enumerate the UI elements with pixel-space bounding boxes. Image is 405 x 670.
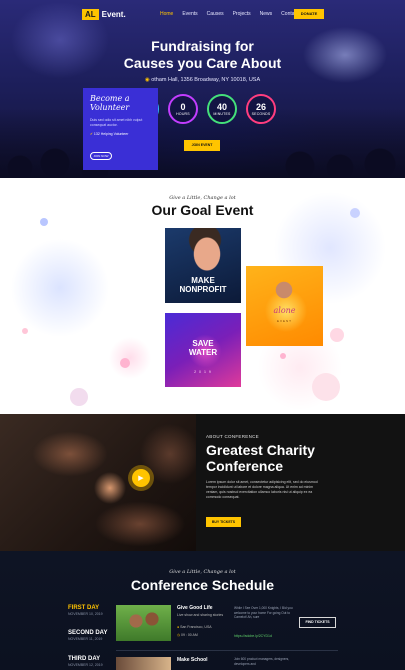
hero-title: Fundraising for Causes you Care About	[0, 38, 405, 72]
decor-dot	[40, 218, 48, 226]
nav-link-projects[interactable]: Projects	[233, 11, 251, 17]
event-location-text: San Francisco, USA	[180, 625, 212, 629]
countdown-label: HOURS	[176, 112, 190, 116]
about-title-line-1: Greatest Charity	[206, 442, 315, 458]
hero-section: AL Event. Home Events Causes Projects Ne…	[0, 0, 405, 178]
countdown-minutes: 40 MINUTES	[207, 94, 237, 124]
nav-link-causes[interactable]: Causes	[207, 11, 224, 17]
donate-button[interactable]: DONATE	[294, 9, 324, 19]
day-name: THIRD DAY	[68, 656, 101, 662]
decor-dot	[22, 328, 28, 334]
event-title[interactable]: Give Good Life	[177, 605, 213, 611]
about-title: Greatest Charity Conference	[206, 442, 396, 474]
decor-dot	[312, 373, 340, 401]
schedule-divider	[116, 650, 338, 651]
join-event-button[interactable]: JOIN EVENT	[184, 140, 220, 151]
card-title: alone	[273, 306, 296, 315]
event-link[interactable]: https://adobe.ly/2CYD1d	[234, 634, 272, 638]
save-water-card[interactable]: SAVE WATER 2 0 1 9	[165, 313, 241, 387]
card-year: 2 0 1 9	[194, 370, 212, 374]
hero-address-text: otham Hall, 1356 Broadway, NY 10018, USA	[151, 77, 261, 83]
buy-tickets-button[interactable]: BUY TICKETS	[206, 517, 241, 527]
find-tickets-button[interactable]: FIND TICKETS	[299, 617, 336, 628]
card-title-line-1: MAKE	[191, 276, 215, 285]
event-description: Join 600 product managers, designers, de…	[234, 657, 290, 666]
event-time: ◷ 09 : 00 AM	[177, 633, 198, 637]
decor-dot	[70, 388, 88, 406]
card-title: MAKE NONPROFIT	[165, 276, 241, 294]
schedule-title: Conference Schedule	[130, 577, 275, 593]
decor-dot	[330, 328, 344, 342]
day-date: NOVEMBER 11, 2019	[68, 637, 103, 641]
goal-subtitle: Give a Little, Change a lot	[169, 195, 236, 201]
alone-event-card[interactable]: alone EVENT	[246, 266, 323, 346]
event-description: While I See Over 1,000 Knights, I Bid yo…	[234, 606, 293, 619]
event-location: ● San Francisco, USA	[177, 625, 212, 629]
day-name: SECOND DAY	[68, 630, 108, 636]
countdown-label: SECONDS	[251, 112, 271, 116]
card-title: SAVE WATER	[165, 339, 241, 357]
countdown-label: MINUTES	[213, 112, 231, 116]
top-nav: AL Event. Home Events Causes Projects Ne…	[0, 0, 405, 28]
nav-links: Home Events Causes Projects News Contact	[160, 11, 298, 17]
nav-link-events[interactable]: Events	[182, 11, 197, 17]
event-time-text: 09 : 00 AM	[181, 633, 198, 637]
location-pin-icon: ◉	[144, 77, 150, 83]
volunteer-card: Become a Volunteer Duis sed odio sit ame…	[83, 88, 158, 170]
volunteer-title: Become a Volunteer	[90, 94, 151, 112]
about-text: Lorem ipsum dolor sit amet, consectetur …	[206, 480, 318, 499]
day-tab-first[interactable]: FIRST DAY NOVEMBER 10, 2019	[68, 605, 103, 616]
volunteer-title-line-2: Volunteer	[90, 103, 130, 112]
make-nonprofit-card[interactable]: MAKE NONPROFIT	[165, 228, 241, 303]
nav-link-news[interactable]: News	[260, 11, 273, 17]
countdown-value: 0	[180, 102, 186, 112]
location-pin-icon: ●	[177, 625, 180, 629]
event-title[interactable]: Make School	[177, 657, 208, 663]
schedule-subtitle: Give a Little, Change a lot	[169, 569, 236, 575]
volunteer-title-line-1: Become a	[90, 94, 130, 103]
event-thumbnail	[116, 657, 171, 670]
play-icon: ▶	[132, 469, 150, 487]
about-title-line-2: Conference	[206, 458, 284, 474]
nav-link-home[interactable]: Home	[160, 11, 173, 17]
day-tab-second[interactable]: SECOND DAY NOVEMBER 11, 2019	[68, 630, 107, 641]
countdown-hours: 0 HOURS	[168, 94, 198, 124]
logo-text: Event.	[101, 10, 126, 19]
logo-mark: AL	[82, 9, 99, 20]
countdown-seconds: 26 SECONDS	[246, 94, 276, 124]
volunteer-count: ✔ 132 Helping Volunteer	[90, 132, 151, 136]
hero-address: ◉ otham Hall, 1356 Broadway, NY 10018, U…	[0, 77, 405, 83]
day-tab-third[interactable]: THIRD DAY NOVEMBER 12, 2019	[68, 656, 103, 667]
card-title-line-1: SAVE	[192, 339, 214, 348]
play-video-button[interactable]: ▶	[128, 465, 154, 491]
site-logo[interactable]: AL Event.	[82, 9, 126, 20]
clock-icon: ◷	[177, 633, 181, 637]
card-subtitle: EVENT	[276, 319, 292, 323]
check-icon: ✔	[90, 132, 93, 136]
decor-dot	[280, 353, 286, 359]
countdown-value: 26	[255, 102, 266, 112]
hero-title-line-1: Fundraising for	[151, 38, 254, 54]
day-date: NOVEMBER 10, 2019	[68, 612, 103, 616]
join-now-button[interactable]: JOIN NOW	[90, 152, 112, 160]
card-title-line-2: WATER	[188, 348, 218, 357]
decor-dot	[120, 358, 130, 368]
day-date: NOVEMBER 12, 2019	[68, 663, 103, 667]
volunteer-count-text: 132 Helping Volunteer	[93, 132, 129, 136]
card-title-line-2: NONPROFIT	[179, 285, 227, 294]
about-section	[0, 414, 405, 551]
countdown-value: 40	[216, 102, 227, 112]
event-thumbnail	[116, 605, 171, 641]
day-name: FIRST DAY	[68, 605, 100, 611]
goal-title: Our Goal Event	[151, 202, 254, 218]
event-subtitle: Live show and sharing stories	[177, 613, 224, 617]
volunteer-text: Duis sed odio sit amet nibh vulput conse…	[90, 118, 143, 127]
hands-together-photo	[0, 414, 196, 551]
about-label: ABOUT CONFERENCE	[206, 434, 259, 439]
hero-title-line-2: Causes you Care About	[123, 55, 282, 71]
